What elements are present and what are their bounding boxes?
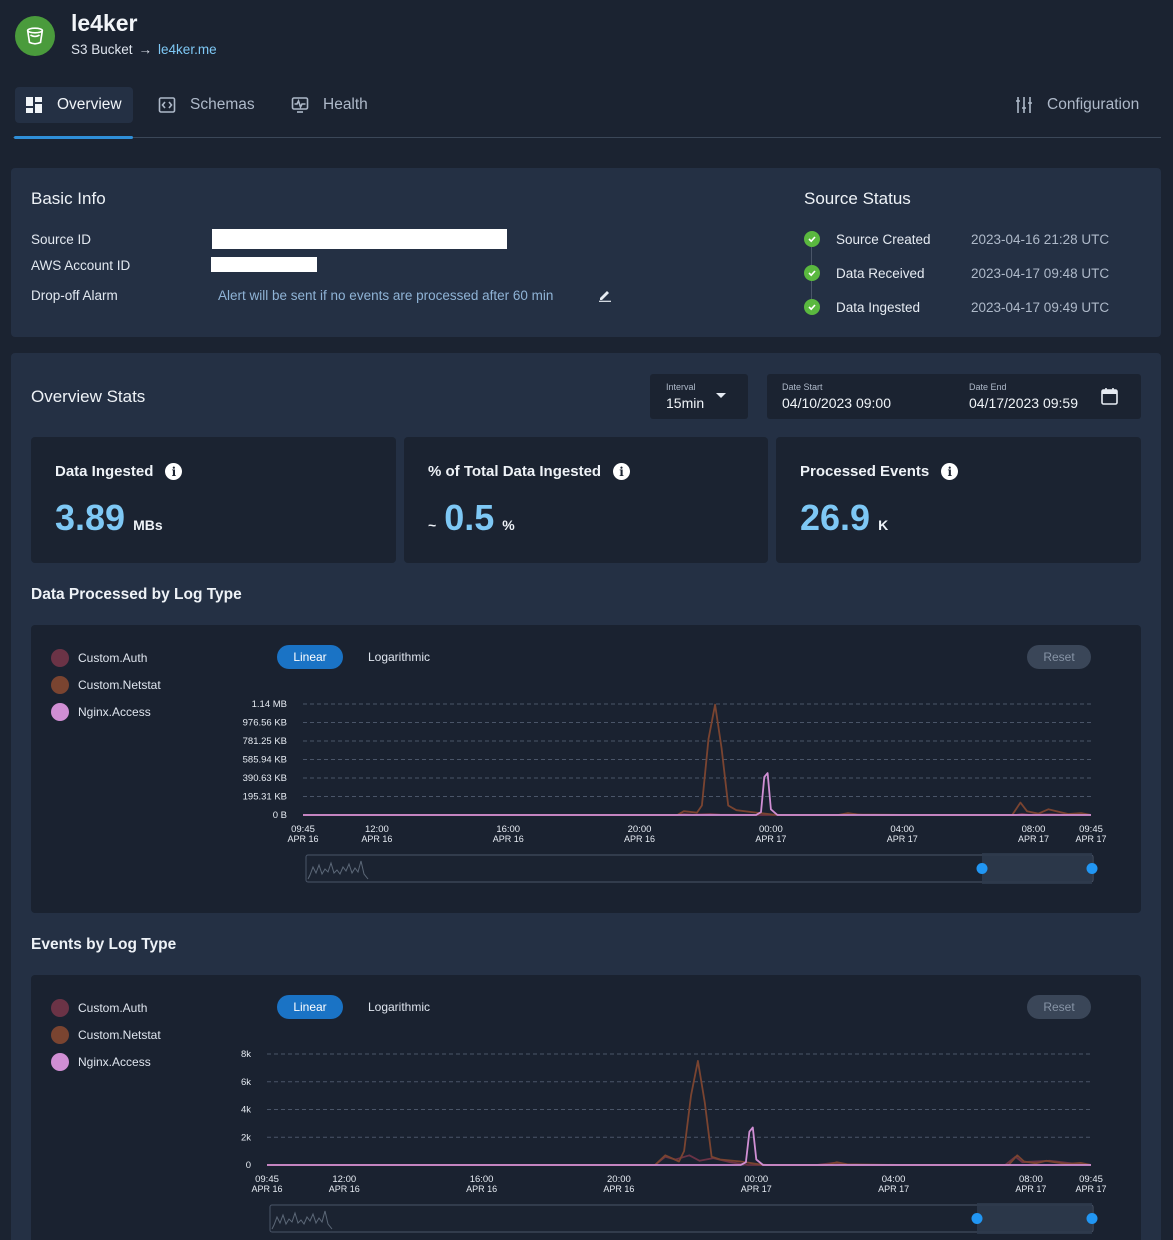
y-tick-label: 4k [241,1105,251,1116]
x-tick-date: APR 16 [603,1184,634,1194]
y-tick-label: 0 [246,1160,251,1171]
x-tick-date: APR 17 [741,1184,772,1194]
x-tick-date: APR 16 [251,1184,282,1194]
x-tick-date: APR 17 [878,1184,909,1194]
y-tick-label: 6k [241,1077,251,1088]
x-tick-date: APR 16 [329,1184,360,1194]
series-line-custom-netstat [267,1060,1092,1166]
range-navigator [269,1204,1094,1233]
range-handle-right [1086,1213,1098,1224]
events-chart: 02k4k6k8k09:45APR 1612:00APR 1616:00APR … [241,1049,1107,1234]
range-handle-left [971,1213,983,1224]
y-tick-label: 8k [241,1049,251,1060]
navigator-selection [977,1203,1092,1234]
x-tick-date: APR 17 [1075,1184,1106,1194]
x-tick-date: APR 17 [1015,1184,1046,1194]
y-tick-label: 2k [241,1132,251,1143]
x-tick-date: APR 16 [466,1184,497,1194]
